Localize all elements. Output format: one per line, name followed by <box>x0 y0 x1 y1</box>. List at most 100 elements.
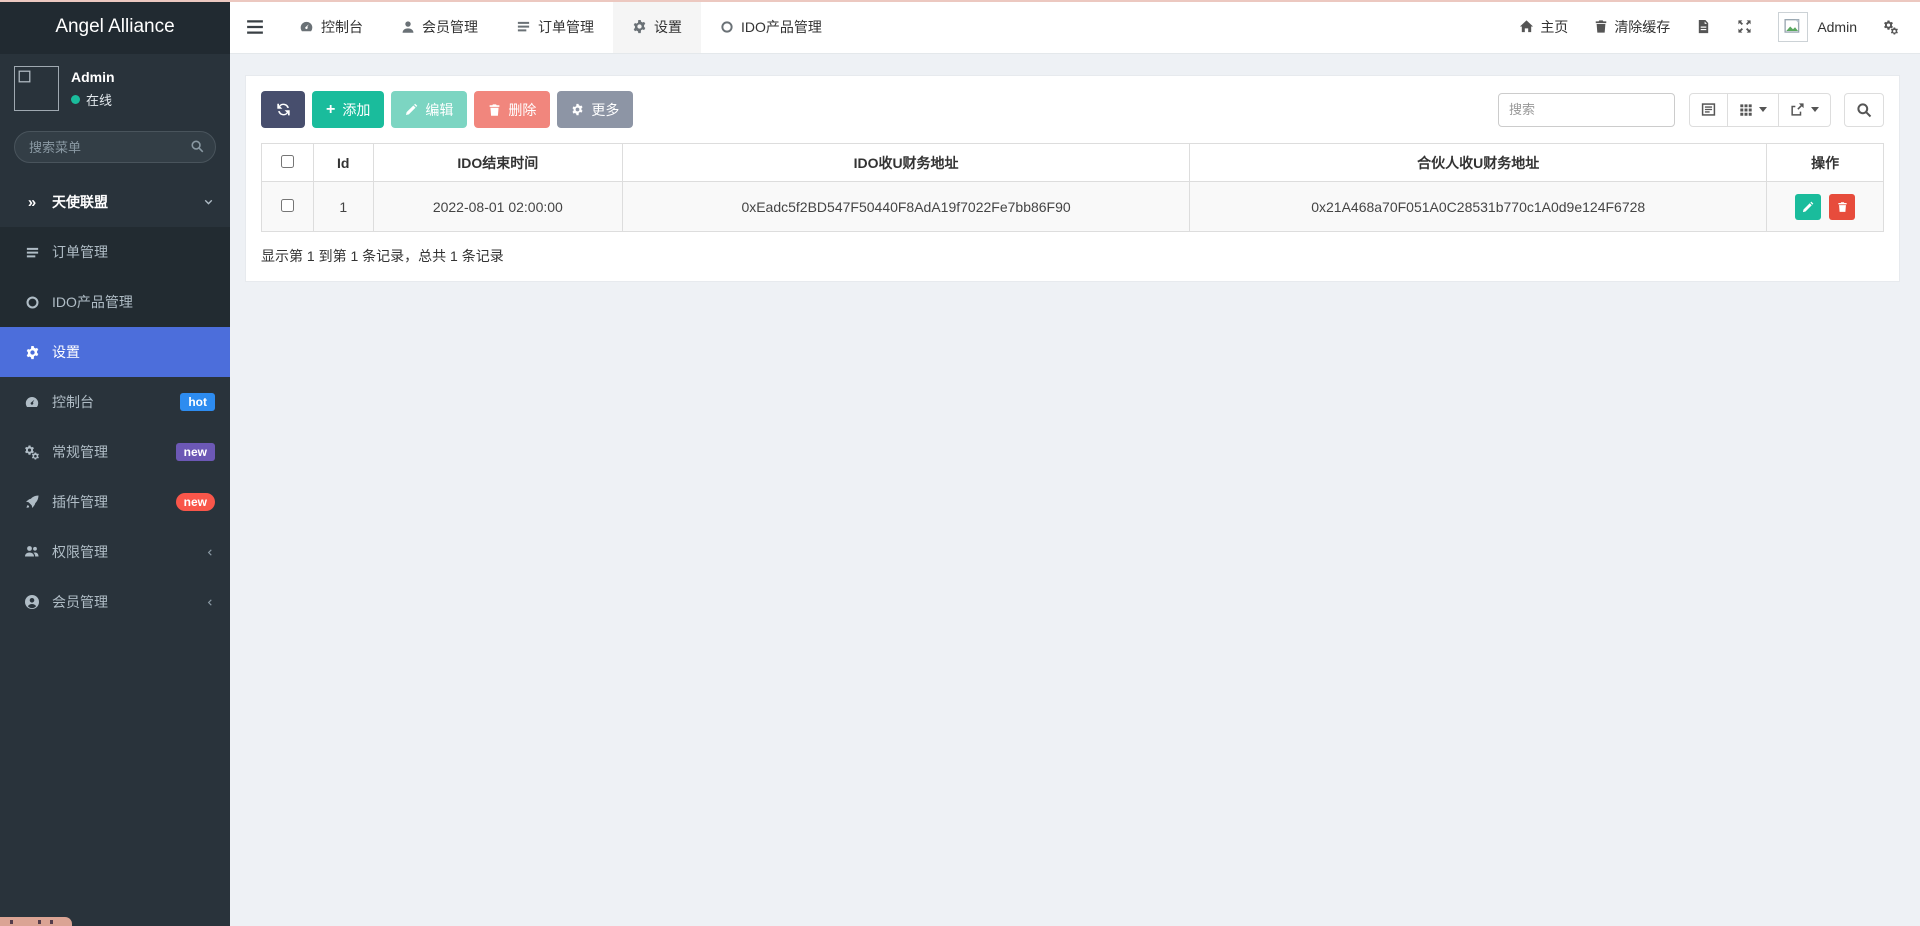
sidebar-group-angel-alliance[interactable]: » 天使联盟 <box>0 177 230 227</box>
record-summary: 显示第 1 到第 1 条记录，总共 1 条记录 <box>261 246 1884 266</box>
caret-down-icon <box>1811 107 1819 112</box>
search-icon <box>190 139 204 153</box>
add-button[interactable]: + 添加 <box>312 91 384 128</box>
column-header-partner-address: 合伙人收U财务地址 <box>1190 144 1767 182</box>
table-search-input[interactable] <box>1498 93 1675 127</box>
row-checkbox[interactable] <box>281 199 294 212</box>
dashboard-icon <box>299 19 314 34</box>
select-all-header <box>262 144 314 182</box>
grid-icon <box>1739 103 1753 117</box>
settings-menu-button[interactable] <box>1870 0 1912 53</box>
home-icon <box>1519 19 1534 34</box>
export-button[interactable] <box>1779 93 1831 127</box>
sidebar-submenu: 订单管理 IDO产品管理 设置 <box>0 227 230 377</box>
view-button-group <box>1689 93 1831 127</box>
tab-ido-product-management[interactable]: IDO产品管理 <box>701 0 841 53</box>
sidebar-item-order-management[interactable]: 订单管理 <box>0 227 230 277</box>
hamburger-icon <box>246 19 264 35</box>
circle-o-icon <box>22 295 42 310</box>
navbar-avatar <box>1778 12 1808 42</box>
refresh-icon <box>276 102 291 117</box>
sidebar-menu: » 天使联盟 订单管理 IDO产品管理 <box>0 177 230 627</box>
refresh-button[interactable] <box>261 91 305 128</box>
column-header-end-time: IDO结束时间 <box>373 144 622 182</box>
tab-settings[interactable]: 设置 <box>613 0 701 53</box>
tab-dashboard[interactable]: 控制台 <box>280 0 382 53</box>
pencil-icon <box>405 103 418 116</box>
detail-view-icon <box>1701 102 1716 117</box>
gear-icon <box>632 19 647 34</box>
angle-double-right-icon: » <box>22 194 42 211</box>
user-status: 在线 <box>71 90 115 109</box>
brand-title: Angel Alliance <box>0 0 230 54</box>
list-icon <box>516 19 531 34</box>
sidebar-item-permission-management[interactable]: 权限管理 <box>0 527 230 577</box>
cogs-icon <box>22 444 42 460</box>
cogs-icon <box>1883 19 1899 35</box>
sidebar-item-plugin-management[interactable]: 插件管理 new <box>0 477 230 527</box>
search-button[interactable] <box>1844 93 1884 127</box>
sidebar-item-member-management[interactable]: 会员管理 <box>0 577 230 627</box>
toolbar-right <box>1498 93 1884 127</box>
edit-button[interactable]: 编辑 <box>391 91 467 128</box>
user-avatar <box>14 66 59 111</box>
row-partner-address: 0x21A468a70F051A0C28531b770c1A0d9e124F67… <box>1190 182 1767 232</box>
broken-image-icon <box>18 70 31 83</box>
data-panel: + 添加 编辑 删除 更多 <box>245 75 1900 282</box>
sidebar-item-settings[interactable]: 设置 <box>0 327 230 377</box>
main-content: + 添加 编辑 删除 更多 <box>230 54 1920 926</box>
online-dot-icon <box>71 95 80 104</box>
fullscreen-icon <box>1737 19 1752 34</box>
user-circle-icon <box>22 594 42 610</box>
hot-badge: hot <box>180 393 215 411</box>
chevron-left-icon <box>205 597 214 608</box>
sidebar-item-ido-product-management[interactable]: IDO产品管理 <box>0 277 230 327</box>
delete-button[interactable]: 删除 <box>474 91 550 128</box>
table-header-row: Id IDO结束时间 IDO收U财务地址 合伙人收U财务地址 操作 <box>262 144 1884 182</box>
caret-down-icon <box>1759 107 1767 112</box>
new-badge: new <box>176 443 215 461</box>
row-end-time: 2022-08-01 02:00:00 <box>373 182 622 232</box>
chevron-down-icon <box>203 197 214 208</box>
row-delete-button[interactable] <box>1829 194 1855 220</box>
gear-icon <box>22 345 42 360</box>
trash-icon <box>488 103 501 117</box>
sidebar-item-dashboard[interactable]: 控制台 hot <box>0 377 230 427</box>
menu-search-input[interactable] <box>14 131 216 163</box>
more-button[interactable]: 更多 <box>557 91 633 128</box>
column-header-ido-address: IDO收U财务地址 <box>622 144 1189 182</box>
detail-view-button[interactable] <box>1689 93 1728 127</box>
navbar-username: Admin <box>1817 19 1857 35</box>
bottom-left-overlay <box>0 917 72 926</box>
rocket-icon <box>22 494 42 510</box>
gear-icon <box>571 103 584 116</box>
file-icon <box>1696 19 1711 34</box>
profile-button[interactable]: Admin <box>1765 0 1870 53</box>
dashboard-icon <box>22 394 42 410</box>
select-all-checkbox[interactable] <box>281 155 294 168</box>
users-icon <box>22 544 42 560</box>
new-badge: new <box>176 493 215 511</box>
circle-o-icon <box>720 20 734 34</box>
row-edit-button[interactable] <box>1795 194 1821 220</box>
trash-icon <box>1594 19 1608 34</box>
chevron-left-icon <box>205 547 214 558</box>
tab-member-management[interactable]: 会员管理 <box>382 0 497 53</box>
row-operations <box>1767 182 1884 232</box>
columns-toggle-button[interactable] <box>1728 93 1779 127</box>
menu-search <box>14 131 216 163</box>
column-header-id: Id <box>313 144 373 182</box>
check-update-button[interactable] <box>1683 0 1724 53</box>
table-toolbar: + 添加 编辑 删除 更多 <box>261 91 1884 128</box>
tab-order-management[interactable]: 订单管理 <box>497 0 613 53</box>
broken-image-icon <box>1784 18 1802 36</box>
row-ido-address: 0xEadc5f2BD547F50440F8AdA19f7022Fe7bb86F… <box>622 182 1189 232</box>
navbar-right: 主页 清除缓存 Admin <box>1506 0 1920 53</box>
clear-cache-button[interactable]: 清除缓存 <box>1581 0 1683 53</box>
sidebar-item-general-management[interactable]: 常规管理 new <box>0 427 230 477</box>
home-button[interactable]: 主页 <box>1506 0 1581 53</box>
top-navbar: 控制台 会员管理 订单管理 设置 IDO产品管理 主页 <box>230 0 1920 54</box>
trash-icon <box>1837 201 1848 213</box>
sidebar-toggle-button[interactable] <box>230 0 280 53</box>
fullscreen-button[interactable] <box>1724 0 1765 53</box>
